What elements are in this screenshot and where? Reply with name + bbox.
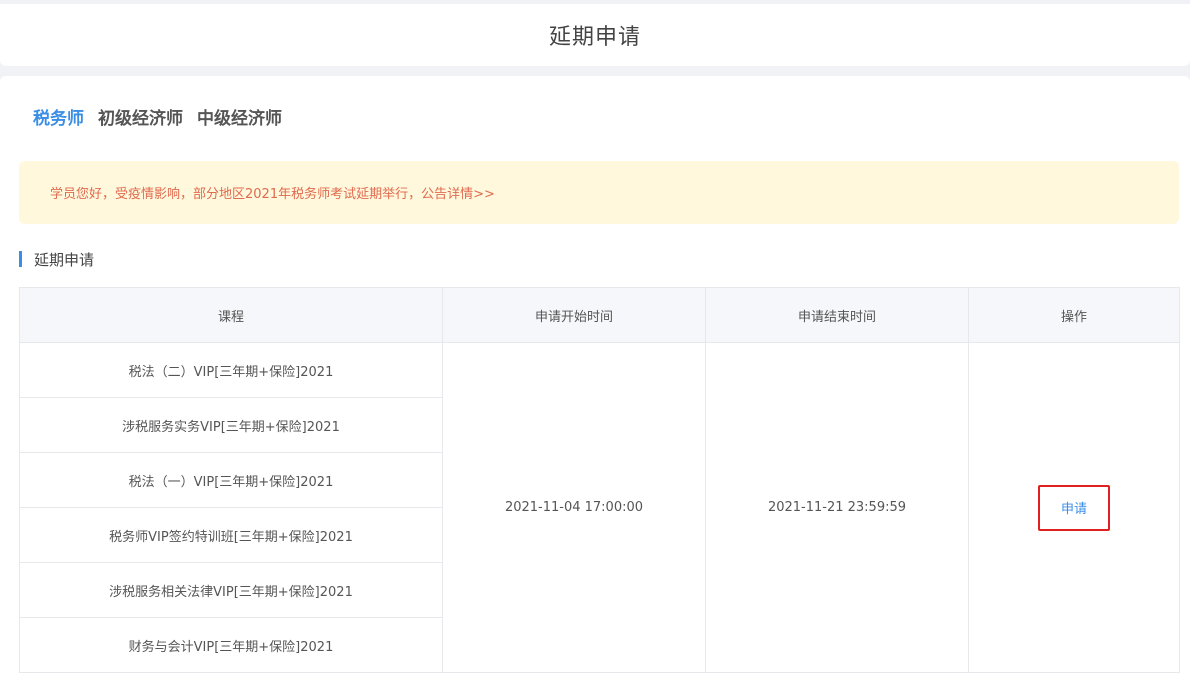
end-time-cell: 2021-11-21 23:59:59: [705, 342, 969, 673]
apply-button[interactable]: 申请: [1038, 484, 1110, 531]
page-title: 延期申请: [548, 25, 641, 50]
tab-tax-advisor[interactable]: 税务师: [33, 106, 84, 132]
column-header-course: 课程: [19, 287, 443, 343]
main-panel: 税务师 初级经济师 中级经济师 学员您好，受疫情影响，部分地区2021年税务师考…: [0, 76, 1190, 685]
course-cell: 财务与会计VIP[三年期+保险]2021: [19, 617, 443, 673]
page-header: 延期申请: [0, 4, 1190, 66]
start-time-cell: 2021-11-04 17:00:00: [442, 342, 706, 673]
column-header-action: 操作: [968, 287, 1180, 343]
course-cell: 税法（二）VIP[三年期+保险]2021: [19, 342, 443, 398]
exam-tabs: 税务师 初级经济师 中级经济师: [33, 106, 282, 132]
action-cell: 申请: [968, 342, 1180, 673]
table-header-row: 课程 申请开始时间 申请结束时间 操作: [19, 287, 1180, 343]
table-row: 税法（二）VIP[三年期+保险]2021 2021-11-04 17:00:00…: [19, 342, 1180, 673]
deferral-table: 课程 申请开始时间 申请结束时间 操作 税法（二）VIP[三年期+保险]2021…: [19, 287, 1180, 673]
tab-junior-economist[interactable]: 初级经济师: [98, 106, 183, 132]
course-cell: 税法（一）VIP[三年期+保险]2021: [19, 452, 443, 508]
course-cell: 涉税服务相关法律VIP[三年期+保险]2021: [19, 562, 443, 618]
section-header: 延期申请: [19, 250, 95, 269]
notice-banner: 学员您好，受疫情影响，部分地区2021年税务师考试延期举行，公告详情>>: [19, 161, 1179, 224]
tab-intermediate-economist[interactable]: 中级经济师: [197, 106, 282, 132]
course-cell: 税务师VIP签约特训班[三年期+保险]2021: [19, 507, 443, 563]
notice-link[interactable]: 学员您好，受疫情影响，部分地区2021年税务师考试延期举行，公告详情>>: [50, 183, 495, 202]
section-accent-bar: [19, 251, 22, 267]
column-header-end-time: 申请结束时间: [705, 287, 969, 343]
column-header-start-time: 申请开始时间: [442, 287, 706, 343]
section-title: 延期申请: [34, 250, 95, 269]
course-cell: 涉税服务实务VIP[三年期+保险]2021: [19, 397, 443, 453]
